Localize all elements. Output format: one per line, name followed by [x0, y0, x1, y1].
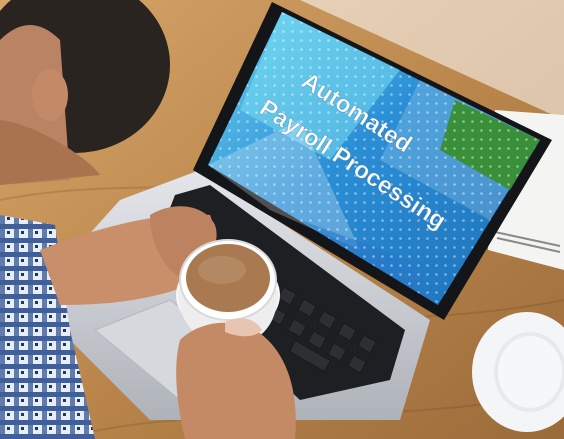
photo-scene: Automated Payroll Processing [0, 0, 564, 439]
laptop-coffee-photo: Automated Payroll Processing [0, 0, 564, 439]
